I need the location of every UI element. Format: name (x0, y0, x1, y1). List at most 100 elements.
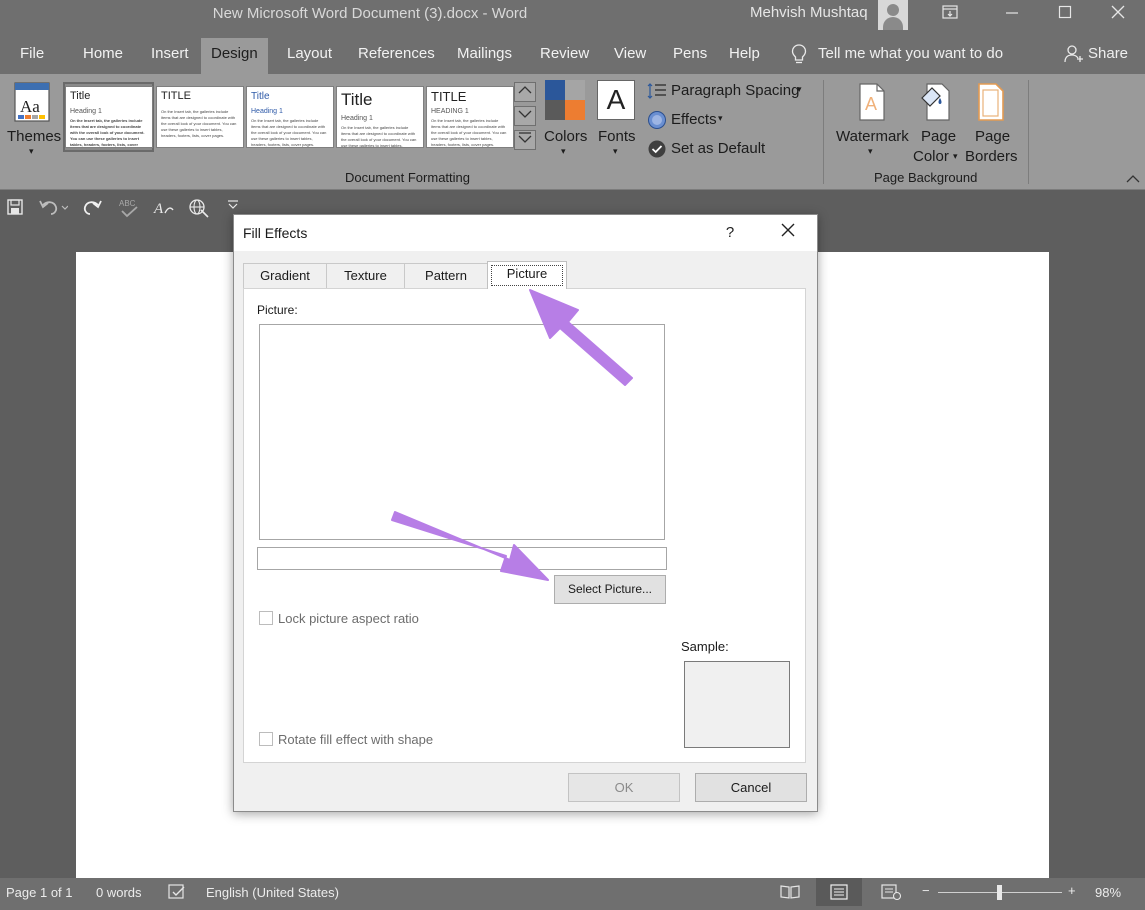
close-window-icon[interactable] (1100, 2, 1136, 28)
collapse-ribbon-icon[interactable] (1126, 171, 1140, 189)
colors-button[interactable]: Colors ▾ (542, 78, 590, 164)
style-set-2[interactable]: TITLE On the Insert tab, the galleries i… (156, 86, 244, 148)
style-set-4-heading: Heading 1 (341, 115, 373, 122)
tab-pattern[interactable]: Pattern (404, 263, 488, 288)
effects-button[interactable]: Effects ▾ (647, 109, 737, 131)
style-set-1[interactable]: Title Heading 1 On the Insert tab, the g… (65, 86, 153, 148)
style-set-5-title: TITLE (431, 89, 467, 104)
spelling-check-icon[interactable]: ABC (118, 198, 140, 223)
ribbon: Aa Themes ▾ Title Heading 1 On the Inser… (0, 74, 1145, 190)
cancel-button[interactable]: Cancel (695, 773, 807, 802)
lightbulb-icon (791, 44, 807, 64)
page-count[interactable]: Page 1 of 1 (6, 885, 73, 900)
user-name[interactable]: Mehvish Mushtaq (750, 4, 868, 21)
tab-help[interactable]: Help (719, 38, 770, 74)
style-set-4[interactable]: Title Heading 1 On the Insert tab, the g… (336, 86, 424, 148)
tab-file[interactable]: File (10, 38, 54, 74)
tab-insert[interactable]: Insert (141, 38, 199, 74)
tell-me-search[interactable]: Tell me what you want to do (790, 38, 1003, 70)
watermark-icon: A (859, 83, 885, 121)
style-set-5[interactable]: TITLE HEADING 1 On the Insert tab, the g… (426, 86, 514, 148)
style-set-3[interactable]: Title Heading 1 On the Insert tab, the g… (246, 86, 334, 148)
tab-home[interactable]: Home (73, 38, 133, 74)
tab-pens[interactable]: Pens (663, 38, 717, 74)
page-color-icon (921, 83, 950, 121)
gallery-scroll-down-icon[interactable] (514, 106, 536, 126)
sample-label: Sample: (681, 639, 729, 654)
rotate-fill-checkbox[interactable] (259, 732, 273, 746)
themes-button[interactable]: Aa Themes ▾ (4, 78, 62, 162)
tab-layout[interactable]: Layout (277, 38, 342, 74)
set-as-default-button[interactable]: Set as Default (647, 138, 777, 160)
read-mode-icon[interactable] (780, 884, 800, 903)
page-borders-label-2: Borders (965, 148, 1018, 165)
minimize-icon[interactable] (994, 2, 1030, 28)
sample-preview (684, 661, 790, 748)
word-count[interactable]: 0 words (96, 885, 142, 900)
tab-references[interactable]: References (348, 38, 445, 74)
tab-texture[interactable]: Texture (326, 263, 405, 288)
person-add-icon (1064, 45, 1083, 63)
select-picture-button[interactable]: Select Picture... (554, 575, 666, 604)
help-button[interactable]: ? (719, 221, 741, 245)
rotate-fill-label: Rotate fill effect with shape (278, 732, 434, 747)
gallery-scroll-up-icon[interactable] (514, 82, 536, 102)
style-set-3-heading: Heading 1 (251, 108, 283, 115)
picture-tab-panel: Picture: Select Picture... Lock picture … (243, 288, 806, 763)
group-divider (1028, 80, 1029, 184)
svg-text:A: A (865, 94, 877, 114)
maximize-icon[interactable] (1047, 2, 1083, 28)
status-bar: Page 1 of 1 0 words English (United Stat… (0, 878, 1145, 910)
translate-globe-icon[interactable] (188, 198, 210, 223)
picture-file-name-field (257, 547, 667, 570)
chevron-down-icon: ▾ (953, 151, 958, 161)
paragraph-spacing-button[interactable]: Paragraph Spacing ▾ (647, 80, 812, 102)
chevron-down-icon: ▾ (868, 146, 873, 156)
tab-picture[interactable]: Picture (487, 261, 567, 289)
language-indicator[interactable]: English (United States) (206, 885, 339, 900)
zoom-level[interactable]: 98% (1095, 885, 1121, 900)
themes-label: Themes (7, 128, 62, 145)
tab-view[interactable]: View (604, 38, 656, 74)
watermark-button[interactable]: A Watermark ▾ (834, 78, 910, 164)
tab-review[interactable]: Review (530, 38, 599, 74)
group-divider (823, 80, 824, 184)
undo-icon[interactable] (38, 198, 69, 221)
proofing-icon[interactable] (168, 884, 186, 903)
paragraph-spacing-icon (647, 83, 666, 99)
close-icon[interactable] (772, 219, 804, 247)
tab-design[interactable]: Design (201, 38, 268, 74)
style-set-5-heading: HEADING 1 (431, 108, 469, 115)
svg-text:ABC: ABC (119, 199, 136, 208)
page-borders-button[interactable]: Page Borders (962, 78, 1022, 165)
zoom-out-button[interactable]: − (922, 883, 930, 898)
tell-me-text: Tell me what you want to do (818, 45, 1004, 62)
title-bar: New Microsoft Word Document (3).docx - W… (0, 0, 1145, 34)
fonts-button[interactable]: A Fonts ▾ (595, 78, 639, 164)
save-icon[interactable] (6, 198, 24, 221)
zoom-slider-thumb[interactable] (997, 885, 1002, 900)
avatar[interactable] (878, 0, 908, 30)
lock-aspect-ratio-checkbox[interactable] (259, 611, 273, 625)
ok-button[interactable]: OK (568, 773, 680, 802)
chevron-down-icon: ▾ (613, 146, 618, 156)
gallery-more-icon[interactable] (514, 130, 536, 150)
share-button[interactable]: Share (1064, 38, 1128, 70)
web-layout-icon[interactable] (881, 884, 902, 903)
style-set-1-heading: Heading 1 (70, 108, 102, 115)
text-format-icon[interactable]: A (153, 198, 175, 223)
page-color-label-1: Page (921, 128, 957, 145)
zoom-in-button[interactable]: + (1068, 883, 1076, 898)
page-color-button[interactable]: Page Color ▾ (910, 78, 966, 165)
tab-mailings[interactable]: Mailings (447, 38, 522, 74)
fonts-label: Fonts (598, 128, 636, 145)
tab-gradient[interactable]: Gradient (243, 263, 327, 288)
paragraph-spacing-label: Paragraph Spacing (671, 82, 800, 99)
fill-effects-dialog: Fill Effects ? Gradient Texture Pattern … (233, 214, 818, 812)
print-layout-icon[interactable] (830, 884, 848, 903)
ribbon-display-options-icon[interactable] (932, 2, 968, 28)
style-set-5-body: On the Insert tab, the galleries include… (431, 118, 507, 147)
style-set-2-title: TITLE (161, 90, 191, 102)
customize-toolbar-icon[interactable] (227, 198, 239, 212)
redo-icon[interactable] (83, 198, 103, 221)
